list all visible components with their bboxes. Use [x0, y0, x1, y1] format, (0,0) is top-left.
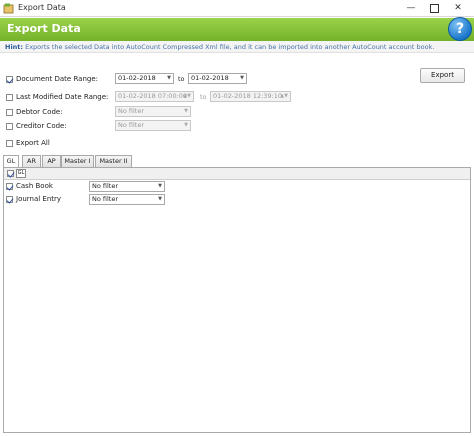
close-button[interactable]: ✕: [450, 1, 466, 15]
gl-select-all-checkbox[interactable]: [7, 170, 14, 177]
minimize-button[interactable]: —: [404, 1, 418, 15]
gl-panel-toolbar: GL: [4, 168, 470, 180]
last-modified-from-field[interactable]: 01-02-2018 07:00:00 ▲▼: [115, 91, 194, 102]
last-modified-checkbox[interactable]: [6, 94, 13, 101]
page-title: Export Data: [7, 22, 81, 35]
creditor-code-value: No filter: [118, 121, 145, 129]
document-date-to-value: 01-02-2018: [191, 74, 229, 82]
last-modified-to-field[interactable]: 01-02-2018 12:39:10 ▲▼: [210, 91, 291, 102]
app-icon: [3, 3, 14, 14]
last-modified-label: Last Modified Date Range:: [16, 93, 109, 101]
chevron-down-icon: ▼: [158, 196, 162, 202]
document-date-label: Document Date Range:: [16, 75, 98, 83]
hint-label: Hint:: [5, 43, 24, 51]
export-all-label: Export All: [16, 139, 50, 147]
last-modified-to-value: 01-02-2018 12:39:10: [213, 92, 283, 100]
cash-book-filter-select[interactable]: No filter ▼: [89, 181, 165, 192]
spin-icon: ▲▼: [183, 93, 191, 99]
last-modified-from-value: 01-02-2018 07:00:00: [118, 92, 188, 100]
window-title: Export Data: [18, 3, 66, 12]
journal-entry-filter-value: No filter: [92, 195, 119, 203]
tab-ap[interactable]: AP: [42, 155, 61, 167]
window-titlebar: Export Data — ✕: [0, 0, 474, 17]
tab-ar[interactable]: AR: [22, 155, 41, 167]
creditor-code-checkbox[interactable]: [6, 123, 13, 130]
chevron-down-icon: ▼: [184, 122, 188, 128]
document-date-from-value: 01-02-2018: [118, 74, 156, 82]
hint-bar: Hint: Exports the selected Data into Aut…: [0, 41, 474, 53]
tab-master-ii[interactable]: Master II: [95, 155, 132, 167]
maximize-button[interactable]: [427, 1, 441, 15]
document-date-to-label: to: [178, 75, 185, 83]
document-date-from-field[interactable]: 01-02-2018 ▼: [115, 73, 174, 84]
tab-master-i[interactable]: Master I: [61, 155, 94, 167]
last-modified-to-label: to: [200, 93, 207, 101]
debtor-code-label: Debtor Code:: [16, 108, 63, 116]
chevron-down-icon: ▼: [167, 75, 171, 81]
export-button[interactable]: Export: [420, 68, 465, 83]
cash-book-label: Cash Book: [16, 182, 53, 190]
spin-icon: ▲▼: [280, 93, 288, 99]
cash-book-checkbox[interactable]: [6, 183, 13, 190]
document-date-checkbox[interactable]: [6, 76, 13, 83]
export-all-checkbox[interactable]: [6, 140, 13, 147]
creditor-code-select[interactable]: No filter ▼: [115, 120, 191, 131]
help-icon[interactable]: ?: [448, 17, 472, 41]
debtor-code-checkbox[interactable]: [6, 109, 13, 116]
debtor-code-value: No filter: [118, 107, 145, 115]
journal-entry-filter-select[interactable]: No filter ▼: [89, 194, 165, 205]
gl-toolbar-label: GL: [16, 169, 26, 178]
debtor-code-select[interactable]: No filter ▼: [115, 106, 191, 117]
cash-book-filter-value: No filter: [92, 182, 119, 190]
chevron-down-icon: ▼: [184, 108, 188, 114]
page-header: Export Data: [0, 18, 474, 41]
creditor-code-label: Creditor Code:: [16, 122, 67, 130]
chevron-down-icon: ▼: [240, 75, 244, 81]
journal-entry-checkbox[interactable]: [6, 196, 13, 203]
gl-tab-panel: GL Cash Book No filter ▼ Journal Entry N…: [3, 167, 471, 433]
document-date-to-field[interactable]: 01-02-2018 ▼: [188, 73, 247, 84]
journal-entry-label: Journal Entry: [16, 195, 62, 203]
hint-text: Exports the selected Data into AutoCount…: [25, 43, 435, 51]
chevron-down-icon: ▼: [158, 183, 162, 189]
